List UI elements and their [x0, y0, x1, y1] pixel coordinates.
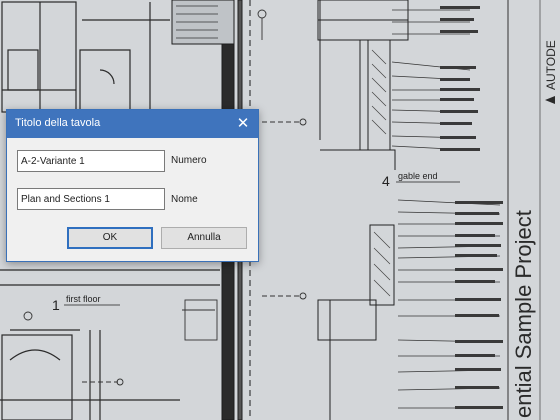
sheet-number-label: Numero: [171, 155, 207, 166]
sheet-title-dialog: Titolo della tavola ✕ Numero Nome OK Ann…: [6, 109, 259, 262]
ok-button[interactable]: OK: [67, 227, 153, 249]
view-name: gable end: [398, 171, 438, 181]
sheet-name-label: Nome: [171, 194, 198, 205]
sheet-sidebar-text: ential Sample Project: [511, 210, 536, 418]
dialog-title: Titolo della tavola: [15, 117, 101, 129]
brand-text: AUTODE: [544, 40, 558, 90]
close-icon[interactable]: ✕: [232, 113, 254, 135]
sheet-name-field[interactable]: [17, 188, 165, 210]
floor-label: first floor: [66, 294, 101, 304]
view-number: 4: [382, 173, 390, 189]
cancel-button[interactable]: Annulla: [161, 227, 247, 249]
sheet-number-field[interactable]: [17, 150, 165, 172]
dialog-titlebar: Titolo della tavola ✕: [7, 110, 258, 138]
floor-number: 1: [52, 297, 60, 313]
